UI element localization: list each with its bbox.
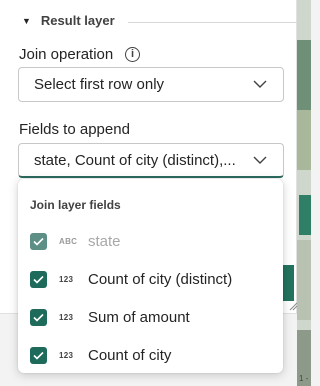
field-option-label: state xyxy=(88,232,121,250)
checkbox-checked[interactable] xyxy=(30,346,47,364)
field-type-badge: 123 xyxy=(59,350,74,360)
map-background xyxy=(297,0,311,386)
chevron-down-icon xyxy=(253,80,267,88)
field-option-label: Count of city (distinct) xyxy=(88,270,233,288)
join-operation-label: Join operation xyxy=(19,46,114,63)
field-option-count-of-city[interactable]: 123 Count of city xyxy=(30,345,270,365)
field-type-badge: 123 xyxy=(59,312,74,322)
fields-to-append-value: state, Count of city (distinct),... xyxy=(34,151,236,169)
join-operation-select[interactable]: Select first row only xyxy=(18,67,284,102)
field-type-badge: ABC xyxy=(59,236,78,246)
fields-dropdown-list: Join layer fields ABC state 123 Count of… xyxy=(18,179,283,373)
checkbox-checked xyxy=(30,232,47,250)
caret-down-icon: ▼ xyxy=(22,15,31,26)
join-layer-fields-group-label: Join layer fields xyxy=(30,198,121,212)
join-operation-value: Select first row only xyxy=(34,76,165,93)
field-option-count-of-city-distinct[interactable]: 123 Count of city (distinct) xyxy=(30,269,270,289)
field-option-sum-of-amount[interactable]: 123 Sum of amount xyxy=(30,307,270,327)
section-title: Result layer xyxy=(40,13,115,28)
chevron-down-icon xyxy=(253,156,267,164)
section-divider xyxy=(128,22,297,23)
map-corner-text: 1 - xyxy=(299,374,309,383)
checkmark-icon xyxy=(33,237,44,246)
field-option-label: Count of city xyxy=(88,346,172,364)
checkmark-icon xyxy=(33,275,44,284)
field-option-state: ABC state xyxy=(30,231,270,251)
info-icon[interactable]: i xyxy=(125,47,140,62)
checkmark-icon xyxy=(33,313,44,322)
field-type-badge: 123 xyxy=(59,274,74,284)
checkbox-checked[interactable] xyxy=(30,270,47,288)
checkmark-icon xyxy=(33,351,44,360)
fields-to-append-label: Fields to append xyxy=(19,121,130,138)
fields-to-append-select[interactable]: state, Count of city (distinct),... xyxy=(18,143,284,178)
field-option-label: Sum of amount xyxy=(88,308,190,326)
resize-grip-icon[interactable] xyxy=(288,301,298,311)
checkbox-checked[interactable] xyxy=(30,308,47,326)
result-layer-section-header[interactable]: ▼ Result layer xyxy=(22,13,115,28)
